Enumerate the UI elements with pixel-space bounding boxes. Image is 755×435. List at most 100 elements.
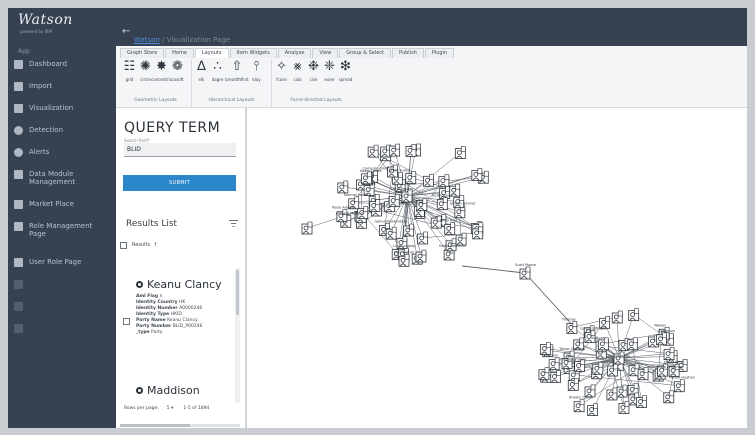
person-node-icon[interactable] [606, 387, 618, 401]
tab-layouts[interactable]: Layouts [194, 48, 229, 58]
graph-node-label: Scott Moore [515, 263, 536, 267]
search-input[interactable] [124, 143, 236, 157]
person-node-icon[interactable] [388, 194, 400, 207]
person-node-icon[interactable] [538, 367, 550, 381]
person-node-icon[interactable] [548, 357, 560, 371]
dagre-layout-icon: ∴ [213, 59, 222, 74]
layout-cosoft-button[interactable]: ❁ cosoft [170, 59, 185, 82]
person-node-icon[interactable] [673, 379, 685, 393]
person-node-icon[interactable] [587, 403, 599, 416]
sidebar-item-detection[interactable]: Detection [8, 126, 116, 148]
layout-breadthfirst-button[interactable]: ⇧ breadthfirst [225, 59, 248, 82]
graph-node-label: Anna Ruiz [440, 218, 458, 222]
person-node-icon[interactable] [417, 231, 429, 245]
graph-canvas[interactable]: Samuel James Adam Cooke Lorum Fuller Anna R… [247, 108, 747, 428]
layout-euler-button[interactable]: ❈ euler [322, 59, 337, 82]
network-graph[interactable]: Samuel JamesAdam Cooke Lorum FullerAnna R… [247, 108, 747, 428]
result-card-title[interactable]: Maddison [136, 384, 200, 397]
layout-cise-button[interactable]: ❉ cise [306, 59, 321, 82]
person-node-icon[interactable] [611, 310, 623, 324]
person-node-icon[interactable] [592, 361, 604, 375]
person-node-icon[interactable] [636, 395, 647, 408]
person-node-icon[interactable] [367, 144, 379, 158]
select-all-checkbox[interactable] [120, 241, 127, 249]
person-node-icon[interactable] [423, 173, 434, 187]
result-checkbox[interactable] [123, 318, 130, 325]
person-node-icon[interactable] [449, 183, 461, 197]
sidebar-item-data-module-management[interactable]: Data Module Management [8, 170, 116, 200]
person-node-icon[interactable] [454, 146, 466, 159]
person-node-icon[interactable] [398, 254, 410, 267]
layout-dagre-button[interactable]: ∴ dagre [210, 59, 225, 82]
sidebar-item-user-role[interactable]: User Role Page [8, 258, 116, 280]
person-node-icon[interactable] [628, 308, 640, 322]
person-node-icon[interactable] [337, 180, 349, 194]
person-node-icon[interactable] [385, 226, 397, 240]
person-node-icon[interactable] [471, 168, 483, 181]
sidebar-item-import[interactable]: Import [8, 82, 116, 104]
klay-layout-icon: ⫯ [253, 59, 260, 74]
tab-group-select[interactable]: Group & Select [339, 48, 392, 58]
person-node-icon[interactable] [573, 399, 585, 413]
tab-view[interactable]: View [312, 48, 339, 58]
sidebar-item-alerts[interactable]: Alerts [8, 148, 116, 170]
sort-arrow-icon[interactable]: ↑ [153, 242, 157, 248]
rows-per-page-select[interactable]: 5 ▾ [167, 406, 174, 411]
tab-publish[interactable]: Publish [392, 48, 424, 58]
person-node-icon[interactable] [389, 143, 401, 157]
back-arrow-icon[interactable]: ← [122, 27, 132, 37]
dashboard-icon [14, 60, 23, 69]
breadcrumb-root-link[interactable]: Watson [134, 36, 160, 44]
person-node-icon[interactable] [444, 222, 456, 235]
layout-elk-button[interactable]: ∆ elk [194, 59, 209, 82]
person-node-icon[interactable] [656, 332, 667, 346]
layout-klay-button[interactable]: ⫯ klay [249, 59, 264, 82]
person-node-icon[interactable] [405, 144, 417, 157]
layout-grid-button[interactable]: ☷ grid [122, 59, 137, 82]
sidebar-item-market-place[interactable]: Market Place [8, 200, 116, 222]
person-node-icon[interactable] [472, 226, 484, 240]
person-node-icon[interactable] [436, 197, 448, 211]
panel-horizontal-scrollbar[interactable] [120, 424, 240, 427]
tab-home[interactable]: Home [165, 48, 194, 58]
person-node-icon[interactable] [607, 363, 619, 377]
tab-plugin[interactable]: Plugin [424, 48, 455, 58]
person-node-icon[interactable] [626, 337, 638, 351]
query-title: QUERY TERM [124, 120, 221, 136]
sidebar-item-role-management[interactable]: Role Management Page [8, 222, 116, 258]
person-node-icon[interactable] [663, 390, 675, 404]
result-card[interactable]: Keanu Clancy Aml Flag n Identity Country… [136, 278, 236, 336]
graph-node-label: Daniel Davis [608, 354, 630, 358]
person-node-icon[interactable] [369, 199, 381, 212]
sidebar-item-dashboard[interactable]: Dashboard [8, 60, 116, 82]
person-node-icon[interactable] [616, 384, 628, 398]
person-node-icon[interactable] [663, 347, 675, 361]
tab-graph-store[interactable]: Graph Store [120, 48, 165, 58]
person-node-icon[interactable] [566, 321, 578, 334]
person-node-icon[interactable] [567, 378, 579, 391]
filter-icon[interactable] [229, 220, 238, 227]
results-scrollbar-thumb[interactable] [236, 270, 239, 315]
layout-cola-button[interactable]: ⨳ cola [290, 59, 305, 82]
person-node-icon[interactable] [550, 370, 561, 383]
person-node-icon[interactable] [519, 266, 531, 280]
horizontal-scrollbar-thumb[interactable] [120, 424, 190, 427]
person-node-icon[interactable] [301, 221, 313, 235]
person-node-icon[interactable] [637, 367, 649, 381]
person-node-icon[interactable] [361, 171, 372, 185]
person-node-icon[interactable] [415, 249, 427, 263]
tab-item-widgets[interactable]: Item Widgets [229, 48, 277, 58]
person-node-icon[interactable] [628, 363, 640, 377]
submit-button[interactable]: SUBMIT [123, 175, 236, 191]
sidebar: Watson powered by IBM App Dashboard Impo… [8, 8, 116, 428]
person-node-icon[interactable] [403, 223, 415, 237]
person-node-icon[interactable] [618, 401, 630, 414]
graph-node-label: Lorenzo Wright [580, 326, 607, 330]
person-node-icon[interactable] [438, 174, 450, 188]
layout-fcose-button[interactable]: ✧ fcose [274, 59, 289, 82]
layout-spread-button[interactable]: ❇ spread [338, 59, 353, 82]
sidebar-item-visualization[interactable]: Visualization [8, 104, 116, 126]
person-node-icon[interactable] [405, 171, 417, 184]
layout-concentric-button[interactable]: ✸ concentric [151, 59, 172, 82]
tab-analyse[interactable]: Analyse [277, 48, 312, 58]
